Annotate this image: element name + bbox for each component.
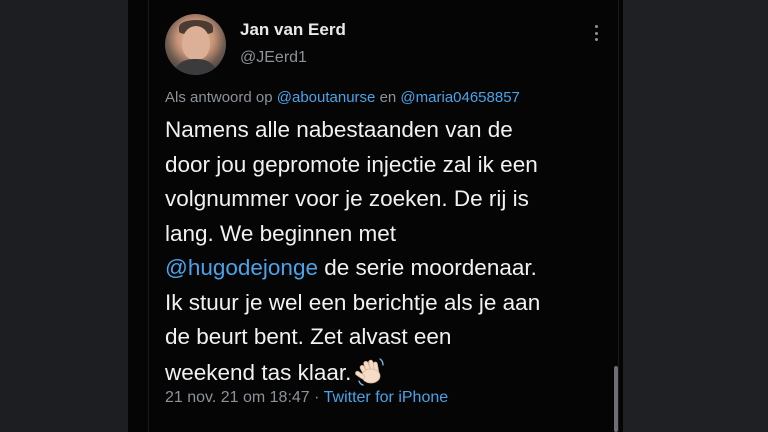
avatar-face [182, 26, 210, 60]
more-dot [594, 31, 598, 35]
tweet-line: door jou gepromote injectie zal ik een [165, 151, 538, 177]
reply-mention-maria[interactable]: @maria04658857 [400, 89, 519, 106]
waving-hand-icon [355, 357, 385, 386]
tweet-line: Ik stuur je wel een berichtje als je aan [165, 289, 541, 315]
reply-conjunction: en [379, 89, 397, 106]
author-handle[interactable]: @JEerd1 [240, 49, 307, 67]
tweet-mention-hugodejonge[interactable]: @hugodejonge [165, 255, 318, 280]
avatar-shirt [171, 59, 220, 75]
reply-mention-aboutanurse[interactable]: @aboutanurse [277, 89, 376, 106]
column-border-right [618, 0, 619, 432]
tweet-line: Namens alle nabestaanden van de [165, 117, 513, 142]
meta-separator: · [314, 389, 320, 406]
right-margin [623, 0, 768, 432]
reply-prefix: Als antwoord op [165, 89, 273, 106]
tweet-source[interactable]: Twitter for iPhone [324, 389, 449, 406]
tweet-line-rest: de serie moordenaar. [317, 255, 537, 280]
more-dot [594, 38, 598, 41]
scrollbar-thumb[interactable] [614, 366, 618, 432]
tweet-line: @hugodejonge de serie moordenaar. [165, 251, 615, 286]
tweet-line: de beurt bent. Zet alvast een [165, 324, 452, 349]
tweet-last-line: weekend tas klaar. [165, 359, 352, 385]
tweet-text: Namens alle nabestaanden van de door jou… [165, 113, 615, 390]
tweet-line: weekend tas klaar. [165, 355, 615, 391]
tweet-timestamp[interactable]: 21 nov. 21 om 18:47 [165, 389, 310, 406]
tweet-card: Jan van Eerd @JEerd1 Als antwoord op @ab… [128, 0, 623, 432]
avatar[interactable] [165, 14, 226, 75]
reply-context: Als antwoord op @aboutanurse en @maria04… [165, 89, 520, 106]
left-margin [0, 0, 128, 432]
tweet-line: volgnummer voor je zoeken. De rij is [165, 186, 529, 211]
more-options-icon[interactable] [588, 22, 604, 44]
more-dot [594, 25, 598, 28]
column-border-left [148, 0, 149, 432]
author-display-name[interactable]: Jan van Eerd [240, 20, 346, 40]
tweet-metadata: 21 nov. 21 om 18:47 · Twitter for iPhone [165, 389, 448, 407]
tweet-line: lang. We beginnen met [165, 220, 396, 246]
